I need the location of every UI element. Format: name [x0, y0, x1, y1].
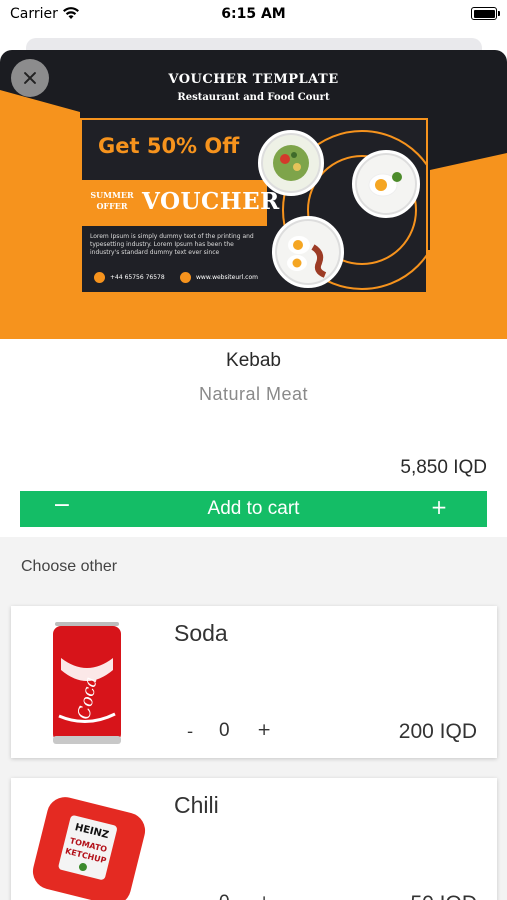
egg-bacon-icon	[287, 236, 327, 278]
increase-quantity-button[interactable]: +	[427, 495, 451, 519]
salad-plate-icon	[258, 130, 324, 196]
list-item-chili[interactable]: HEINZ TOMATO KETCHUP Chili - 0 + 50 IQD	[11, 778, 497, 900]
globe-icon	[180, 272, 191, 283]
banner-title: VOUCHER TEMPLATE	[168, 72, 339, 87]
salad-icon	[273, 145, 309, 181]
product-price: 5,850 IQD	[400, 457, 487, 478]
add-to-cart-bar: − Add to cart +	[20, 491, 487, 527]
clock: 6:15 AM	[221, 6, 286, 22]
section-title: Choose other	[21, 558, 118, 575]
voucher-band: SUMMER OFFER VOUCHER	[82, 180, 279, 226]
close-icon	[23, 71, 37, 85]
item-increase-button[interactable]: +	[257, 892, 271, 900]
item-price: 50 IQD	[410, 892, 477, 900]
voucher-text-area: Get 50% Off SUMMER OFFER VOUCHER Lorem I…	[82, 120, 279, 292]
product-subtitle: Natural Meat	[198, 384, 309, 404]
item-name: Chili	[174, 792, 219, 818]
offer-word: VOUCHER	[142, 188, 280, 215]
product-title: Kebab	[226, 350, 281, 371]
product-banner-image: VOUCHER TEMPLATE Restaurant and Food Cou…	[0, 50, 507, 339]
list-item-soda[interactable]: Coca Soda - 0 + 200 IQD	[11, 606, 497, 758]
choose-other-section: Choose other Coca Soda - 0 + 200 IQD HEI…	[0, 537, 507, 900]
voucher-website: www.websiteurl.com	[196, 274, 258, 281]
phone-icon	[94, 272, 105, 283]
item-decrease-button[interactable]: -	[187, 894, 193, 900]
offer-tag-line2: OFFER	[96, 201, 128, 211]
voucher-card: Get 50% Off SUMMER OFFER VOUCHER Lorem I…	[80, 118, 428, 294]
item-increase-button[interactable]: +	[257, 720, 271, 740]
close-button[interactable]	[11, 59, 49, 97]
item-name: Soda	[174, 620, 228, 646]
egg-plate-icon	[352, 150, 420, 218]
item-quantity: 0	[219, 720, 230, 741]
soda-can-icon: Coca	[53, 622, 121, 744]
voucher-headline: Get 50% Off	[98, 134, 240, 158]
battery-icon	[471, 7, 500, 20]
add-to-cart-button[interactable]: Add to cart	[20, 498, 487, 520]
item-price: 200 IQD	[398, 720, 477, 743]
item-decrease-button[interactable]: -	[187, 722, 193, 742]
item-quantity: 0	[219, 892, 230, 900]
banner-subtitle: Restaurant and Food Court	[177, 92, 330, 103]
product-modal: VOUCHER TEMPLATE Restaurant and Food Cou…	[0, 50, 507, 900]
voucher-body-text: Lorem Ipsum is simply dummy text of the …	[90, 233, 254, 256]
offer-tag: SUMMER OFFER	[90, 190, 134, 212]
offer-tag-line1: SUMMER	[90, 190, 134, 200]
breakfast-plate-icon	[272, 216, 344, 288]
voucher-phone: +44 65756 76578	[110, 274, 165, 281]
status-bar: Carrier 6:15 AM	[0, 0, 507, 30]
ketchup-packet-icon: HEINZ TOMATO KETCHUP	[32, 797, 146, 900]
fried-egg-icon	[368, 172, 402, 197]
